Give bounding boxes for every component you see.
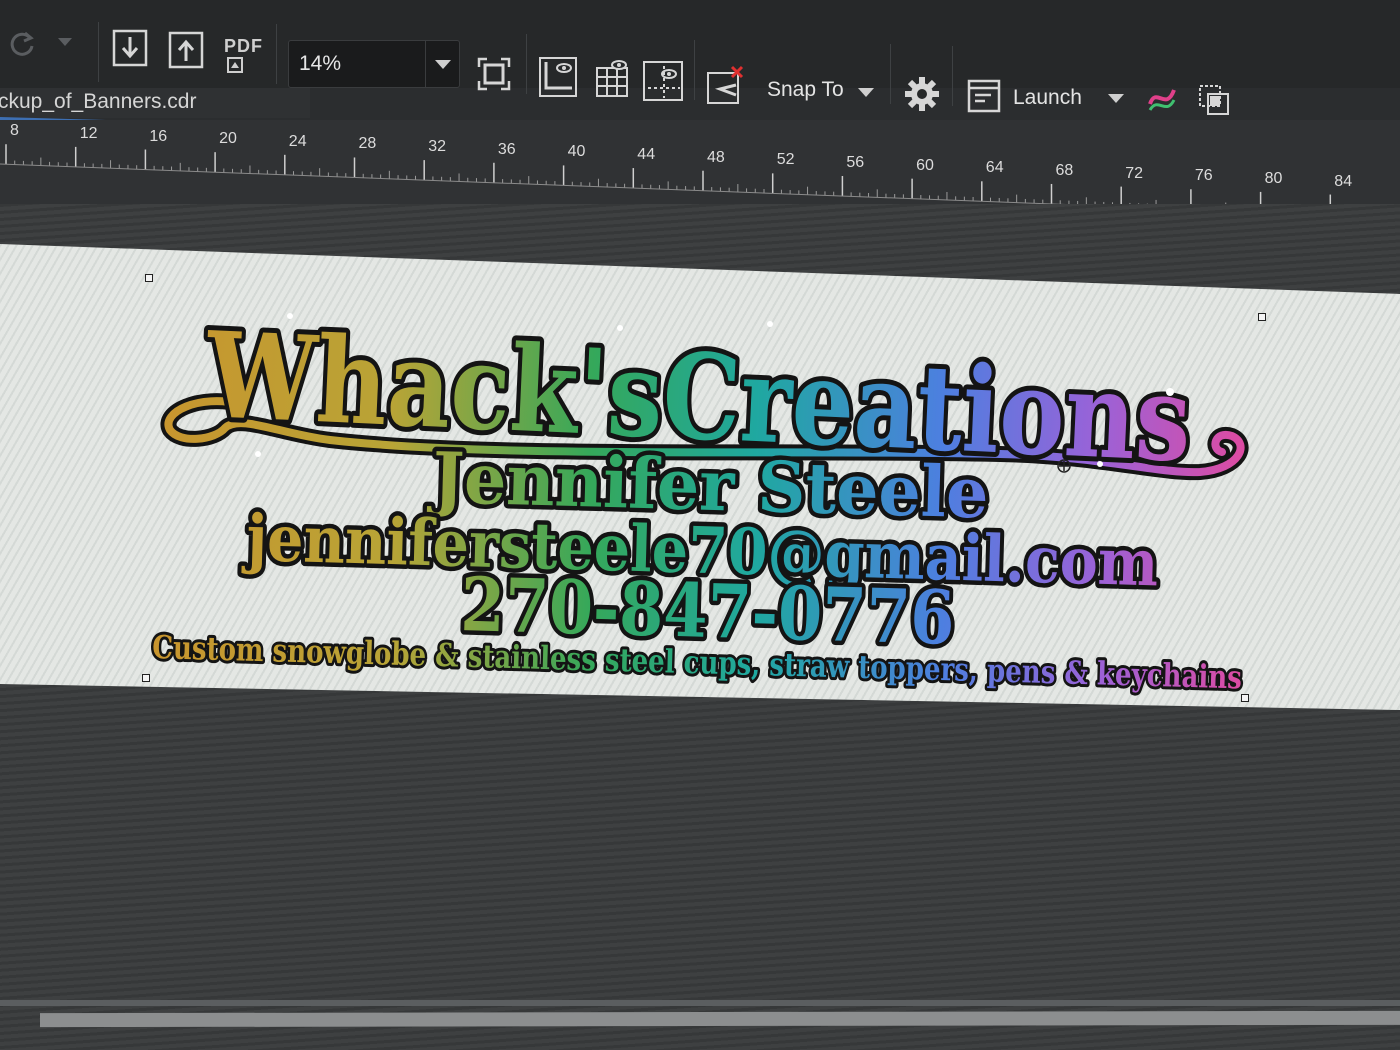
selection-handle-bottom-right[interactable]	[1241, 694, 1249, 702]
ruler-label: 20	[219, 130, 237, 148]
import-icon[interactable]	[110, 28, 150, 68]
redo-icon[interactable]	[4, 26, 40, 62]
zoom-level-combo[interactable]: 14%	[288, 40, 460, 88]
ruler-baseline	[0, 163, 1066, 204]
ruler-label: 32	[428, 138, 446, 156]
snap-off-icon[interactable]	[704, 64, 748, 106]
ruler-label: 24	[288, 132, 307, 150]
publish-pdf-button[interactable]: PDF	[224, 36, 263, 57]
snap-to-button[interactable]: Snap To	[767, 78, 844, 102]
horizontal-scrollbar[interactable]	[40, 1010, 1400, 1028]
show-grid-icon[interactable]	[590, 56, 634, 100]
window-frame-edge	[0, 1000, 1400, 1006]
ruler-label: 8	[10, 122, 19, 140]
center-marker-icon[interactable]	[1056, 458, 1072, 474]
document-tab[interactable]: ckup_of_Banners.cdr	[0, 88, 310, 118]
options-gear-icon[interactable]	[900, 72, 944, 116]
ruler-label: 12	[79, 124, 98, 142]
ruler-label: 48	[707, 148, 725, 166]
zoom-to-page-icon[interactable]	[474, 54, 514, 94]
ruler-label: 56	[846, 154, 865, 171]
ruler-label: 64	[985, 159, 1004, 177]
ruler-label: 16	[149, 127, 168, 145]
snap-to-dropdown-icon[interactable]	[854, 84, 878, 100]
selection-handle-top-right[interactable]	[1258, 313, 1266, 321]
ruler-label: 80	[1264, 169, 1283, 187]
ruler-label: 72	[1125, 164, 1143, 182]
redo-dropdown-icon[interactable]	[54, 32, 76, 52]
show-rulers-icon[interactable]	[536, 54, 580, 100]
pdf-icon[interactable]	[226, 56, 244, 74]
ruler-label: 28	[358, 135, 377, 153]
ruler-ticks	[0, 144, 1332, 204]
launch-app-icon[interactable]	[964, 76, 1004, 116]
zoom-value: 14%	[299, 52, 342, 75]
launch-dropdown-icon[interactable]	[1104, 90, 1128, 106]
banner-artwork[interactable]: Whack'sCreations Jennifer Steele jennife…	[0, 244, 1400, 710]
document-tab-label: ckup_of_Banners.cdr	[0, 90, 197, 113]
zoom-dropdown-icon[interactable]	[425, 41, 459, 87]
ruler-label: 76	[1194, 167, 1213, 185]
selection-handle-bottom-left[interactable]	[142, 674, 150, 682]
ruler-label: 40	[567, 143, 586, 161]
ruler-label: 84	[1334, 172, 1353, 190]
horizontal-ruler[interactable]: 8 12 16 20 24 28 32 36 40 44 48 52 56 60 64 68 72 76 80 84	[0, 120, 1400, 204]
selection-handle-top-left[interactable]	[145, 274, 153, 282]
ruler-label: 60	[916, 156, 934, 174]
export-icon[interactable]	[166, 30, 206, 70]
ruler-label: 44	[637, 146, 656, 164]
color-app-icon[interactable]	[1144, 80, 1180, 116]
ruler-label: 52	[776, 151, 795, 169]
show-guidelines-icon[interactable]	[640, 58, 686, 104]
transform-app-icon[interactable]	[1194, 80, 1234, 120]
ruler-label: 36	[497, 140, 516, 158]
launch-button[interactable]: Launch	[1013, 86, 1082, 110]
toolbar: PDF 14% Snap To Launch	[0, 0, 1400, 115]
ruler-label: 68	[1055, 161, 1074, 179]
